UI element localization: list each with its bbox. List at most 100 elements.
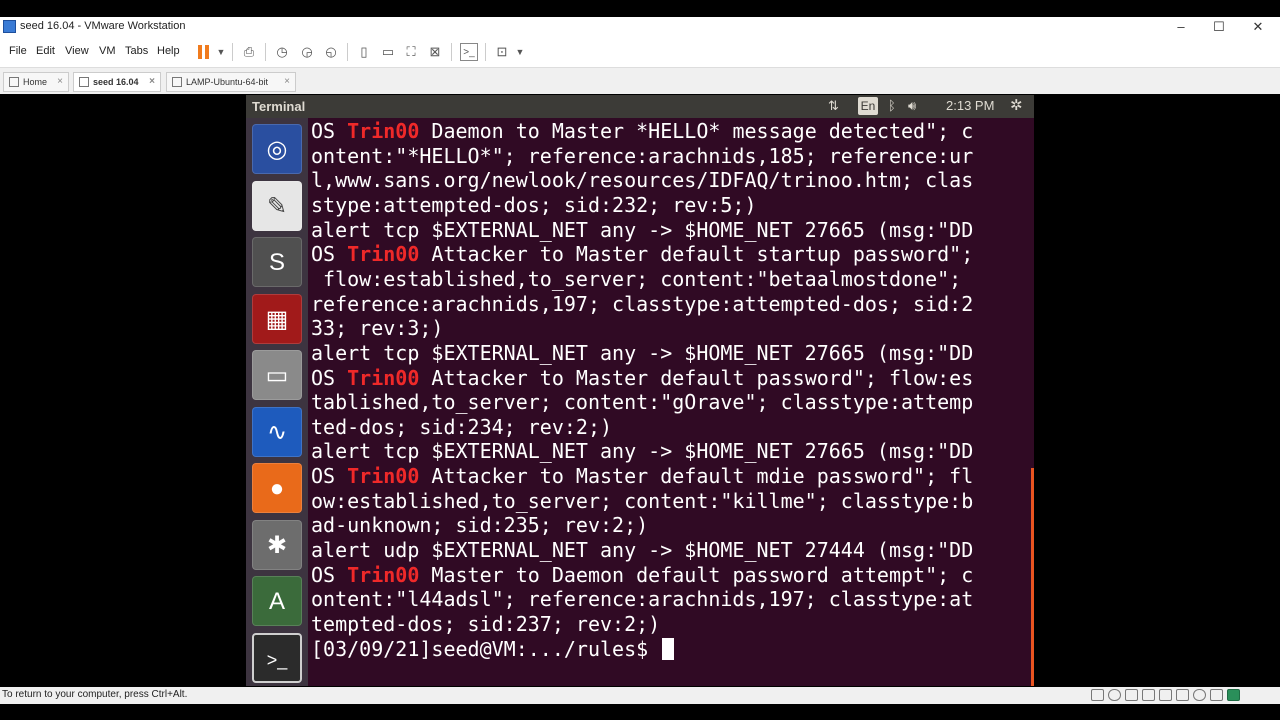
settings-icon: ✱ (266, 531, 288, 559)
launcher-sublime-text[interactable]: S (252, 237, 302, 287)
close-tab-icon[interactable]: × (149, 76, 155, 87)
launcher-ubuntu-dash[interactable]: ◎ (252, 124, 302, 174)
launcher-software-updater[interactable]: A (252, 576, 302, 626)
files-icon: ▭ (265, 362, 289, 389)
terminal-line: flow:established,to_server; content:"bet… (311, 267, 961, 292)
vm-status-icon[interactable] (1227, 689, 1240, 701)
gear-icon[interactable]: ✲ (1010, 96, 1023, 114)
terminal-text: alert tcp $EXTERNAL_NET any -> $HOME_NET… (311, 217, 974, 242)
terminal-line: alert tcp $EXTERNAL_NET any -> $HOME_NET… (311, 218, 973, 243)
snapshot-icon[interactable]: ◷ (273, 43, 291, 61)
hard-disk-icon[interactable] (1091, 689, 1104, 701)
tab-label: seed 16.04 (93, 77, 139, 87)
terminal-text: OS (311, 365, 348, 390)
close-tab-icon[interactable]: × (57, 76, 63, 87)
terminal-scrollbar[interactable] (1031, 468, 1034, 686)
menu-bar: File Edit View VM Tabs Help ▼ ⎙ ◷ ◶ ◵ ▯ … (0, 37, 1280, 68)
terminal-text: tablished,to_server; content:"gOrave"; c… (311, 390, 974, 415)
terminal-text: ted-dos; sid:234; rev:2;) (311, 414, 613, 439)
close-tab-icon[interactable]: × (284, 76, 290, 87)
vmware-app-icon (3, 20, 16, 33)
terminal-output[interactable]: OS Trin00 Daemon to Master *HELLO* messa… (308, 118, 1034, 686)
tab-lamp-ubuntu[interactable]: LAMP-Ubuntu-64-bit × (166, 72, 296, 92)
terminal-text: Attacker to Master default startup passw… (419, 242, 974, 267)
menu-tabs[interactable]: Tabs (125, 45, 148, 57)
snapshot-manager-icon[interactable]: ◵ (322, 43, 340, 61)
terminal-text: tempted-dos; sid:237; rev:2;) (311, 612, 661, 636)
software-updater-icon: A (268, 588, 285, 615)
terminal-text: stype:attempted-dos; sid:232; rev:5;) (311, 192, 757, 217)
minimize-button[interactable]: – (1166, 18, 1196, 36)
terminal-line: ontent:"*HELLO*"; reference:arachnids,18… (311, 144, 973, 169)
chevron-down-icon[interactable]: ▼ (511, 43, 529, 61)
menu-edit[interactable]: Edit (36, 45, 55, 57)
revert-snapshot-icon[interactable]: ◶ (298, 43, 316, 61)
toolbar-separator (265, 43, 266, 61)
terminal-text: alert udp $EXTERNAL_NET any -> $HOME_NET… (311, 538, 974, 563)
console-view-icon[interactable]: >_ (460, 43, 478, 61)
terminal-text: ad-unknown; sid:235; rev:2;) (311, 513, 649, 538)
text-editor-icon: ✎ (266, 192, 288, 220)
terminal-line: ted-dos; sid:234; rev:2;) (311, 415, 612, 440)
clock[interactable]: 2:13 PM (946, 98, 994, 113)
toolbar-separator (451, 43, 452, 61)
terminal-line: tempted-dos; sid:237; rev:2;) (311, 612, 660, 637)
terminal-line: OS Trin00 Attacker to Master default pas… (311, 366, 973, 391)
chevron-down-icon[interactable]: ▼ (212, 43, 230, 61)
shell-prompt-line[interactable]: [03/09/21]seed@VM:.../rules$ (311, 637, 675, 662)
unity-icon[interactable]: ⊠ (426, 43, 444, 61)
close-window-button[interactable]: ✕ (1243, 18, 1273, 36)
keyboard-language-indicator[interactable]: En (858, 97, 878, 115)
tab-seed-1604[interactable]: seed 16.04 × (73, 72, 161, 92)
terminal-text: Daemon to Master *HELLO* message detecte… (419, 119, 974, 143)
terminal-line: reference:arachnids,197; classtype:attem… (311, 292, 973, 317)
vm-icon (172, 77, 182, 87)
vm-tab-bar: Home × seed 16.04 × LAMP-Ubuntu-64-bit × (0, 68, 1280, 94)
wireshark-icon: ∿ (266, 418, 288, 446)
status-bar: To return to your computer, press Ctrl+A… (0, 687, 1280, 704)
pause-icon[interactable] (198, 45, 210, 59)
vm-icon (79, 77, 89, 87)
terminal-text: Attacker to Master default password"; fl… (419, 365, 974, 390)
send-keys-icon[interactable]: ⎙ (240, 43, 258, 61)
launcher-wireshark[interactable]: ∿ (252, 406, 302, 457)
menu-help[interactable]: Help (157, 45, 180, 57)
launcher-red-app[interactable]: ▦ (252, 293, 302, 344)
menu-file[interactable]: File (9, 45, 27, 57)
sidebar-toggle-icon[interactable]: ▯ (355, 43, 373, 61)
menu-view[interactable]: View (65, 45, 89, 57)
launcher-files[interactable]: ▭ (252, 350, 302, 400)
messages-icon[interactable] (1210, 689, 1223, 701)
printer-icon[interactable] (1176, 689, 1189, 701)
sublime-text-icon: S (268, 249, 285, 276)
tab-home[interactable]: Home × (3, 72, 69, 92)
terminal-text: OS (311, 464, 348, 489)
launcher-firefox[interactable]: ● (252, 463, 302, 513)
sound-icon[interactable] (1159, 689, 1172, 701)
terminal-line: OS Trin00 Attacker to Master default mdi… (311, 464, 973, 489)
launcher-settings[interactable]: ✱ (252, 519, 302, 570)
maximize-button[interactable]: ☐ (1204, 18, 1234, 36)
terminal-text: alert tcp $EXTERNAL_NET any -> $HOME_NET… (311, 439, 974, 464)
launcher-text-editor[interactable]: ✎ (252, 180, 302, 231)
thumbnail-bar-icon[interactable]: ▭ (379, 43, 397, 61)
cd-dvd-icon[interactable] (1108, 689, 1121, 701)
stretch-view-icon[interactable]: ⊡ (493, 43, 511, 61)
highlighted-match: Trin00 (347, 242, 420, 267)
terminal-text: flow:established,to_server; content:"bet… (311, 266, 962, 291)
status-text: To return to your computer, press Ctrl+A… (2, 689, 188, 700)
fullscreen-icon[interactable]: ⛶ (402, 43, 420, 61)
display-icon[interactable] (1193, 689, 1206, 701)
bluetooth-icon[interactable]: ᛒ (888, 98, 896, 113)
usb-icon[interactable] (1142, 689, 1155, 701)
terminal-line: OS Trin00 Attacker to Master default sta… (311, 242, 973, 267)
terminal-icon: >_ (266, 649, 288, 670)
volume-icon[interactable]: 🔊︎ (908, 98, 916, 114)
launcher-terminal[interactable]: >_ (252, 632, 302, 683)
terminal-text: OS (311, 242, 348, 267)
toolbar-separator (485, 43, 486, 61)
terminal-line: ow:established,to_server; content:"killm… (311, 489, 973, 514)
network-adapter-icon[interactable] (1125, 689, 1138, 701)
menu-vm[interactable]: VM (99, 45, 116, 57)
network-icon[interactable]: ⇅ (828, 98, 839, 114)
